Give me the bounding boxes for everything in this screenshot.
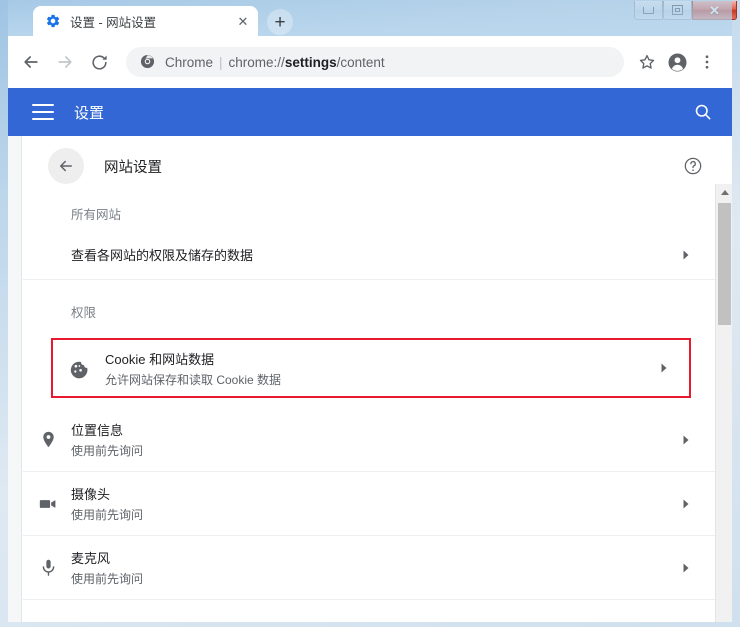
hamburger-menu-icon[interactable] (32, 104, 54, 120)
row-text: 位置信息 使用前先询问 (71, 420, 679, 459)
chevron-right-icon (679, 249, 693, 261)
row-partial-cut-off[interactable] (23, 600, 715, 622)
row-cookies[interactable]: Cookie 和网站数据 允许网站保存和读取 Cookie 数据 (53, 340, 689, 396)
site-settings-page: 网站设置 所有网站 查看各网站的权限及储存的数据 (23, 136, 715, 622)
help-circle-icon (683, 156, 703, 176)
spacer (23, 398, 715, 408)
bookmark-star-button[interactable] (632, 47, 662, 77)
row-location[interactable]: 位置信息 使用前先询问 (23, 408, 715, 472)
chrome-logo-icon (140, 54, 156, 70)
help-button[interactable] (681, 154, 705, 178)
account-avatar-icon (667, 52, 688, 73)
section-label-permissions: 权限 (23, 294, 715, 328)
reload-button[interactable] (82, 45, 116, 79)
row-text: 查看各网站的权限及储存的数据 (71, 245, 679, 264)
microphone-icon (37, 557, 59, 579)
row-title: 麦克风 (71, 548, 679, 567)
gear-icon (45, 13, 61, 29)
camera-icon (37, 493, 59, 515)
tab-title: 设置 - 网站设置 (70, 12, 234, 31)
forward-arrow-icon (55, 52, 75, 72)
row-text: 麦克风 使用前先询问 (71, 548, 679, 587)
settings-body: 网站设置 所有网站 查看各网站的权限及储存的数据 (8, 136, 732, 622)
row-all-sites-permissions[interactable]: 查看各网站的权限及储存的数据 (23, 230, 715, 280)
address-bar-text: Chrome | chrome://settings/content (165, 55, 385, 70)
browser-tab[interactable]: 设置 - 网站设置 ✕ (33, 6, 258, 36)
row-title: 位置信息 (71, 420, 679, 439)
chevron-right-icon (657, 362, 671, 374)
cookie-icon (67, 357, 89, 379)
settings-search-button[interactable] (690, 99, 716, 125)
section-gap (23, 280, 715, 294)
row-subtitle: 使用前先询问 (71, 506, 679, 523)
page-back-button[interactable] (48, 148, 84, 184)
settings-app-bar: 设置 (8, 88, 732, 136)
scrollbar-thumb[interactable] (718, 203, 731, 325)
row-title: 摄像头 (71, 484, 679, 503)
row-camera[interactable]: 摄像头 使用前先询问 (23, 472, 715, 536)
address-bar[interactable]: Chrome | chrome://settings/content (126, 47, 624, 77)
row-text: Cookie 和网站数据 允许网站保存和读取 Cookie 数据 (73, 349, 657, 388)
settings-left-rail (8, 136, 22, 622)
scroll-up-arrow-icon[interactable] (716, 184, 732, 201)
chevron-right-icon (679, 434, 693, 446)
section-label-all-sites: 所有网站 (23, 196, 715, 230)
page-scrollbar[interactable] (715, 184, 732, 622)
row-title: Cookie 和网站数据 (105, 349, 657, 368)
row-title: 查看各网站的权限及储存的数据 (71, 245, 679, 264)
address-separator: | (219, 55, 223, 70)
new-tab-button[interactable]: + (267, 9, 293, 35)
back-button[interactable] (14, 45, 48, 79)
tab-close-button[interactable]: ✕ (234, 12, 252, 30)
chevron-right-icon (679, 562, 693, 574)
page-header: 网站设置 (23, 136, 715, 196)
chevron-right-icon (679, 498, 693, 510)
browser-toolbar: Chrome | chrome://settings/content (8, 36, 732, 88)
url-host: settings (285, 55, 337, 70)
browser-window: ✕ 设置 - 网站设置 ✕ + (0, 0, 740, 627)
reload-icon (90, 53, 109, 72)
url-path: /content (337, 55, 385, 70)
profile-button[interactable] (662, 47, 692, 77)
back-arrow-icon (21, 52, 41, 72)
forward-button[interactable] (48, 45, 82, 79)
three-dot-menu-icon (698, 53, 716, 71)
tab-strip: 设置 - 网站设置 ✕ + (8, 0, 732, 36)
url-scheme: chrome:// (229, 55, 285, 70)
back-arrow-icon (57, 157, 75, 175)
settings-app-title: 设置 (74, 102, 690, 123)
location-pin-icon (37, 429, 59, 451)
search-icon (693, 102, 713, 122)
page-content: 设置 网站设置 (8, 88, 732, 622)
row-subtitle: 使用前先询问 (71, 442, 679, 459)
browser-menu-button[interactable] (692, 47, 722, 77)
row-subtitle: 允许网站保存和读取 Cookie 数据 (105, 371, 657, 388)
page-title: 网站设置 (104, 156, 681, 177)
star-icon (638, 53, 656, 71)
row-subtitle: 使用前先询问 (71, 570, 679, 587)
highlight-box-cookies: Cookie 和网站数据 允许网站保存和读取 Cookie 数据 (51, 338, 691, 398)
row-microphone[interactable]: 麦克风 使用前先询问 (23, 536, 715, 600)
row-text: 摄像头 使用前先询问 (71, 484, 679, 523)
security-label: Chrome (165, 55, 213, 70)
